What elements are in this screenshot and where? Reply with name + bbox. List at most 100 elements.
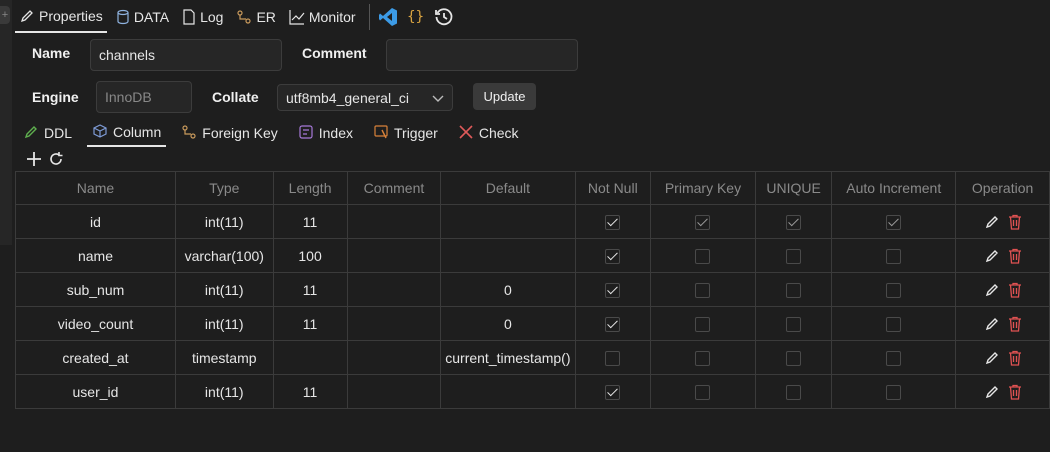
- cell-default[interactable]: [440, 374, 576, 409]
- cell-length[interactable]: 11: [272, 204, 348, 239]
- primary-key-checkbox[interactable]: [695, 282, 711, 298]
- cell-comment[interactable]: [346, 374, 442, 409]
- auto-increment-checkbox[interactable]: [886, 350, 902, 366]
- tab-monitor[interactable]: Monitor: [285, 1, 360, 33]
- edit-icon[interactable]: [984, 350, 1000, 366]
- not-null-checkbox[interactable]: [605, 384, 621, 400]
- delete-icon[interactable]: [1008, 214, 1022, 230]
- cell-name[interactable]: id: [15, 204, 176, 239]
- delete-icon[interactable]: [1008, 248, 1022, 264]
- add-icon[interactable]: [25, 150, 43, 168]
- table-row[interactable]: video_count int(11) 11 0: [15, 306, 1050, 341]
- auto-increment-checkbox[interactable]: [886, 316, 902, 332]
- not-null-checkbox[interactable]: [605, 248, 621, 264]
- unique-checkbox[interactable]: [786, 384, 802, 400]
- cell-comment[interactable]: [346, 272, 442, 307]
- delete-icon[interactable]: [1008, 350, 1022, 366]
- cell-type[interactable]: timestamp: [174, 340, 274, 375]
- cell-default[interactable]: [440, 204, 576, 239]
- cell-name[interactable]: created_at: [15, 340, 176, 375]
- column-header[interactable]: Type: [174, 171, 274, 205]
- curly-braces-icon[interactable]: {}: [405, 6, 427, 28]
- column-header[interactable]: Primary Key: [650, 171, 756, 205]
- engine-input[interactable]: [96, 81, 192, 113]
- column-header[interactable]: UNIQUE: [754, 171, 833, 205]
- table-name-input[interactable]: [90, 39, 282, 71]
- cell-name[interactable]: sub_num: [15, 272, 176, 307]
- cell-name[interactable]: user_id: [15, 374, 176, 409]
- cell-type[interactable]: varchar(100): [174, 238, 274, 273]
- edit-icon[interactable]: [984, 384, 1000, 400]
- tab-log[interactable]: Log: [178, 1, 227, 33]
- primary-key-checkbox[interactable]: [695, 316, 711, 332]
- delete-icon[interactable]: [1008, 384, 1022, 400]
- cell-comment[interactable]: [346, 204, 442, 239]
- cell-length[interactable]: 11: [272, 374, 348, 409]
- cell-default[interactable]: 0: [440, 272, 576, 307]
- auto-increment-checkbox[interactable]: [886, 384, 902, 400]
- unique-checkbox[interactable]: [786, 316, 802, 332]
- cell-comment[interactable]: [346, 340, 442, 375]
- collapse-handle[interactable]: +: [0, 6, 10, 24]
- cell-default[interactable]: 0: [440, 306, 576, 341]
- column-header[interactable]: Comment: [346, 171, 442, 205]
- cell-length[interactable]: 11: [272, 272, 348, 307]
- edit-icon[interactable]: [984, 316, 1000, 332]
- unique-checkbox[interactable]: [786, 282, 802, 298]
- column-header[interactable]: Auto Increment: [831, 171, 957, 205]
- cell-type[interactable]: int(11): [174, 374, 274, 409]
- not-null-checkbox[interactable]: [605, 282, 621, 298]
- history-icon[interactable]: [433, 6, 455, 28]
- auto-increment-checkbox[interactable]: [886, 282, 902, 298]
- table-row[interactable]: user_id int(11) 11: [15, 374, 1050, 409]
- delete-icon[interactable]: [1008, 316, 1022, 332]
- cell-length[interactable]: 100: [272, 238, 348, 273]
- edit-icon[interactable]: [984, 214, 1000, 230]
- cell-length[interactable]: [272, 340, 348, 375]
- not-null-checkbox[interactable]: [605, 316, 621, 332]
- cell-length[interactable]: 11: [272, 306, 348, 341]
- unique-checkbox[interactable]: [786, 248, 802, 264]
- vscode-icon[interactable]: [377, 6, 399, 28]
- unique-checkbox[interactable]: [786, 214, 802, 230]
- refresh-icon[interactable]: [47, 150, 65, 168]
- tab-index[interactable]: Index: [293, 119, 358, 147]
- table-row[interactable]: sub_num int(11) 11 0: [15, 272, 1050, 307]
- cell-type[interactable]: int(11): [174, 204, 274, 239]
- cell-name[interactable]: video_count: [15, 306, 176, 341]
- tab-properties[interactable]: Properties: [15, 1, 107, 33]
- not-null-checkbox[interactable]: [605, 214, 621, 230]
- unique-checkbox[interactable]: [786, 350, 802, 366]
- tab-er[interactable]: ER: [232, 1, 279, 33]
- cell-name[interactable]: name: [15, 238, 176, 273]
- update-button[interactable]: Update: [473, 83, 536, 110]
- cell-default[interactable]: [440, 238, 576, 273]
- tab-trigger[interactable]: Trigger: [368, 119, 443, 147]
- edit-icon[interactable]: [984, 248, 1000, 264]
- cell-comment[interactable]: [346, 306, 442, 341]
- primary-key-checkbox[interactable]: [695, 350, 711, 366]
- primary-key-checkbox[interactable]: [695, 214, 711, 230]
- table-row[interactable]: created_at timestamp current_timestamp(): [15, 340, 1050, 375]
- tab-data[interactable]: DATA: [112, 1, 173, 33]
- cell-type[interactable]: int(11): [174, 272, 274, 307]
- primary-key-checkbox[interactable]: [695, 248, 711, 264]
- collate-select[interactable]: utf8mb4_general_ci: [277, 84, 453, 111]
- column-header[interactable]: Default: [440, 171, 576, 205]
- column-header[interactable]: Length: [272, 171, 348, 205]
- table-row[interactable]: name varchar(100) 100: [15, 238, 1050, 273]
- auto-increment-checkbox[interactable]: [886, 214, 902, 230]
- cell-comment[interactable]: [346, 238, 442, 273]
- table-comment-input[interactable]: [386, 39, 578, 71]
- column-header[interactable]: Operation: [955, 171, 1050, 205]
- primary-key-checkbox[interactable]: [695, 384, 711, 400]
- not-null-checkbox[interactable]: [605, 350, 621, 366]
- table-row[interactable]: id int(11) 11: [15, 204, 1050, 239]
- column-header[interactable]: Name: [15, 171, 176, 205]
- delete-icon[interactable]: [1008, 282, 1022, 298]
- edit-icon[interactable]: [984, 282, 1000, 298]
- column-header[interactable]: Not Null: [574, 171, 652, 205]
- tab-ddl[interactable]: DDL: [18, 119, 77, 147]
- tab-column[interactable]: Column: [87, 119, 167, 147]
- auto-increment-checkbox[interactable]: [886, 248, 902, 264]
